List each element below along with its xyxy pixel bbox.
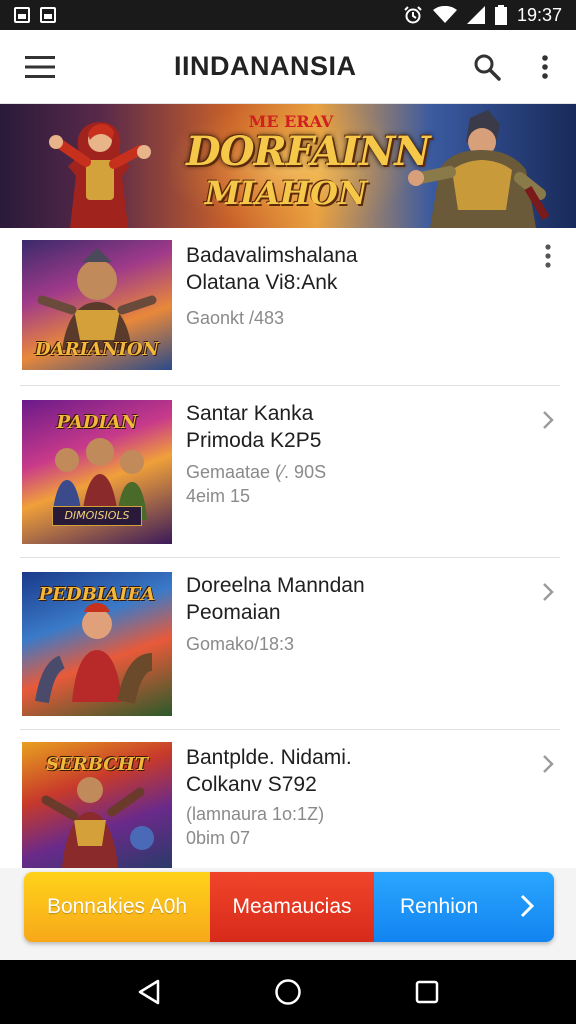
game-list: DARIANION Badavalimshalana Olatana Vi8:A… [0,228,576,868]
blue-action-label: Renhion [400,895,479,918]
item-meta-secondary: 4eim 15 [186,486,251,506]
red-action-button[interactable]: Meamaucias [210,872,374,942]
item-title-line1: Santar Kanka [186,402,314,425]
app-title: IINDANANSIA [174,51,357,81]
item-title-line1: Bantplde. Nidami. [186,746,352,769]
yellow-action-button[interactable]: Bonnakies A0h [24,872,210,942]
alarm-icon [404,6,422,24]
search-icon [474,54,501,81]
item-meta-secondary: 0bim 07 [186,828,251,848]
blue-action-button[interactable]: Renhion [374,872,554,942]
more-vert-icon [542,55,548,79]
item-thumbnail: SERBCHT [22,742,172,868]
thumbnail-title: SERBCHT [46,754,148,775]
thumbnail-subtitle: DIMOISIOLS [52,506,142,526]
banner-title-line1: DORFAINN [186,128,431,175]
banner-title-line2: MIAHON [204,174,368,212]
app-screen: 19:37 IINDANANSIA ME ERAV DORFAINN MIAHO… [0,0,576,1024]
item-text: Badavalimshalana Olatana Vi8:Ank Gaonkt … [186,242,516,330]
recents-button[interactable] [407,972,447,1012]
wifi-icon [432,6,457,23]
item-title-line2: Peomaian [186,601,281,624]
thumbnail-title: DARIANION [35,339,159,360]
back-button[interactable] [129,972,169,1012]
chevron-right-icon [543,411,554,429]
item-title-line2: Colkanv S792 [186,773,317,796]
status-bar: 19:37 [0,0,576,30]
thumbnail-title: PADIAN [56,412,138,433]
signal-icon [466,6,485,24]
bottom-action-strip: Bonnakies A0h Meamaucias Renhion [24,872,554,942]
hamburger-menu-button[interactable] [0,30,80,104]
list-item[interactable]: DARIANION Badavalimshalana Olatana Vi8:A… [20,228,560,386]
item-overflow-button[interactable] [536,244,560,268]
item-meta: Gemaatae (⁄. 90S [186,462,327,482]
system-nav-bar [0,960,576,1024]
notification-icon [14,7,30,23]
list-item[interactable]: PADIAN DIMOISIOLS Santar Kanka Primoda K… [20,386,560,558]
item-meta: Gomako/18:3 [186,634,295,654]
chevron-right-icon [520,894,534,918]
chevron-right-icon [543,755,554,773]
hamburger-menu-icon [25,55,55,78]
recents-square-icon [415,980,438,1004]
item-text: Bantplde. Nidami. Colkanv S792 (lamnaura… [186,744,516,850]
item-open-button[interactable] [536,408,560,432]
search-button[interactable] [470,50,504,84]
item-title-line1: Badavalimshalana [186,244,358,267]
chevron-right-icon [543,583,554,601]
item-meta: Gaonkt /483 [186,308,285,328]
banner-heroine-illustration [49,122,151,228]
home-circle-icon [275,979,301,1005]
item-title-line2: Olatana Vi8:Ank [186,271,338,294]
item-thumbnail: DARIANION [22,240,172,370]
item-thumbnail: PEDBIAIEA [22,572,172,716]
item-open-button[interactable] [536,580,560,604]
thumbnail-title: PEDBIAIEA [38,584,156,605]
item-text: Santar Kanka Primoda K2P5 Gemaatae (⁄. 9… [186,400,516,508]
app-bar: IINDANANSIA [0,30,576,104]
home-button[interactable] [268,972,308,1012]
more-vert-icon [545,244,551,268]
overflow-menu-button[interactable] [528,50,562,84]
item-open-button[interactable] [536,752,560,776]
item-thumbnail: PADIAN DIMOISIOLS [22,400,172,544]
battery-icon [494,5,507,25]
item-text: Doreelna Manndan Peomaian Gomako/18:3 [186,572,516,656]
item-meta: (lamnaura 1o:1Z) [186,804,325,824]
list-item[interactable]: PEDBIAIEA Doreelna Manndan Peomaian Goma… [20,558,560,730]
image-icon [40,7,56,23]
item-title-line1: Doreelna Manndan [186,574,365,597]
back-triangle-icon [139,979,160,1005]
list-item[interactable]: SERBCHT Bantplde. Nidami. Colkanv S792 (… [20,730,560,868]
item-title-line2: Primoda K2P5 [186,429,322,452]
status-time: 19:37 [516,4,562,25]
